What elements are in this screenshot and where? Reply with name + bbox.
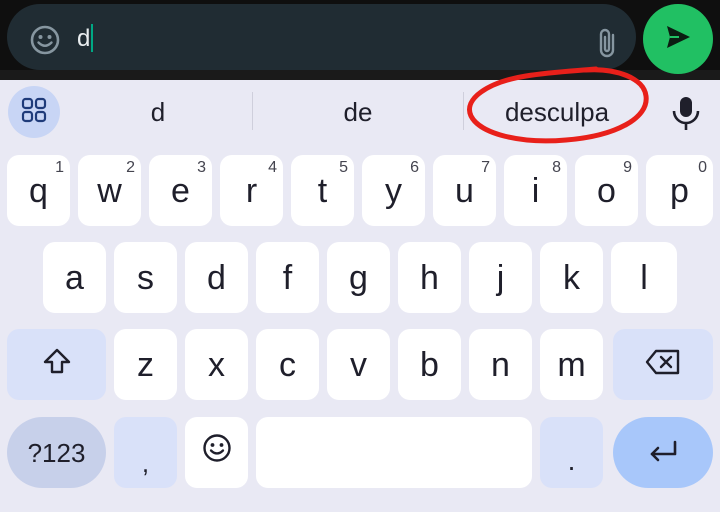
- key-v[interactable]: v: [327, 329, 390, 400]
- key-z[interactable]: z: [114, 329, 177, 400]
- send-icon: [664, 24, 692, 55]
- key-n[interactable]: n: [469, 329, 532, 400]
- key-p[interactable]: p0: [646, 155, 713, 226]
- key-g[interactable]: g: [327, 242, 390, 313]
- keyboard-apps-button[interactable]: [8, 86, 60, 138]
- emoji-key[interactable]: [185, 417, 248, 488]
- key-j[interactable]: j: [469, 242, 532, 313]
- key-x[interactable]: x: [185, 329, 248, 400]
- suggestion-1[interactable]: d: [64, 92, 252, 132]
- suggestion-bar: d de desculpa: [0, 80, 720, 146]
- key-l[interactable]: l: [611, 242, 677, 313]
- space-key[interactable]: [256, 417, 532, 488]
- key-o[interactable]: o9: [575, 155, 638, 226]
- key-h[interactable]: h: [398, 242, 461, 313]
- key-y[interactable]: y6: [362, 155, 425, 226]
- chat-background-band: [0, 70, 720, 80]
- key-t[interactable]: t5: [291, 155, 354, 226]
- microphone-icon[interactable]: [668, 94, 704, 132]
- key-s[interactable]: s: [114, 242, 177, 313]
- message-input[interactable]: d: [77, 22, 577, 56]
- suggestion-2[interactable]: de: [253, 92, 463, 132]
- key-k[interactable]: k: [540, 242, 603, 313]
- key-e[interactable]: e3: [149, 155, 212, 226]
- emoji-key-icon: [202, 433, 232, 472]
- key-c[interactable]: c: [256, 329, 319, 400]
- backspace-icon: [645, 345, 681, 384]
- key-r[interactable]: r4: [220, 155, 283, 226]
- key-m[interactable]: m: [540, 329, 603, 400]
- key-i[interactable]: i8: [504, 155, 567, 226]
- enter-icon: [647, 433, 679, 472]
- key-d[interactable]: d: [185, 242, 248, 313]
- message-compose-box[interactable]: d: [7, 4, 636, 70]
- key-w[interactable]: w2: [78, 155, 141, 226]
- enter-key[interactable]: [613, 417, 713, 488]
- period-key[interactable]: .: [540, 417, 603, 488]
- key-q[interactable]: q1: [7, 155, 70, 226]
- key-u[interactable]: u7: [433, 155, 496, 226]
- key-a[interactable]: a: [43, 242, 106, 313]
- key-b[interactable]: b: [398, 329, 461, 400]
- grid-icon: [21, 97, 47, 128]
- send-button[interactable]: [643, 4, 713, 74]
- symbols-key[interactable]: ?123: [7, 417, 106, 488]
- suggestion-3[interactable]: desculpa: [464, 92, 650, 132]
- paperclip-icon[interactable]: [593, 26, 623, 60]
- message-text: d: [77, 25, 91, 52]
- emoji-icon[interactable]: [29, 24, 61, 56]
- text-caret: [91, 24, 94, 52]
- shift-key[interactable]: [7, 329, 106, 400]
- key-f[interactable]: f: [256, 242, 319, 313]
- comma-key[interactable]: ,: [114, 417, 177, 488]
- backspace-key[interactable]: [613, 329, 713, 400]
- shift-icon: [42, 345, 72, 384]
